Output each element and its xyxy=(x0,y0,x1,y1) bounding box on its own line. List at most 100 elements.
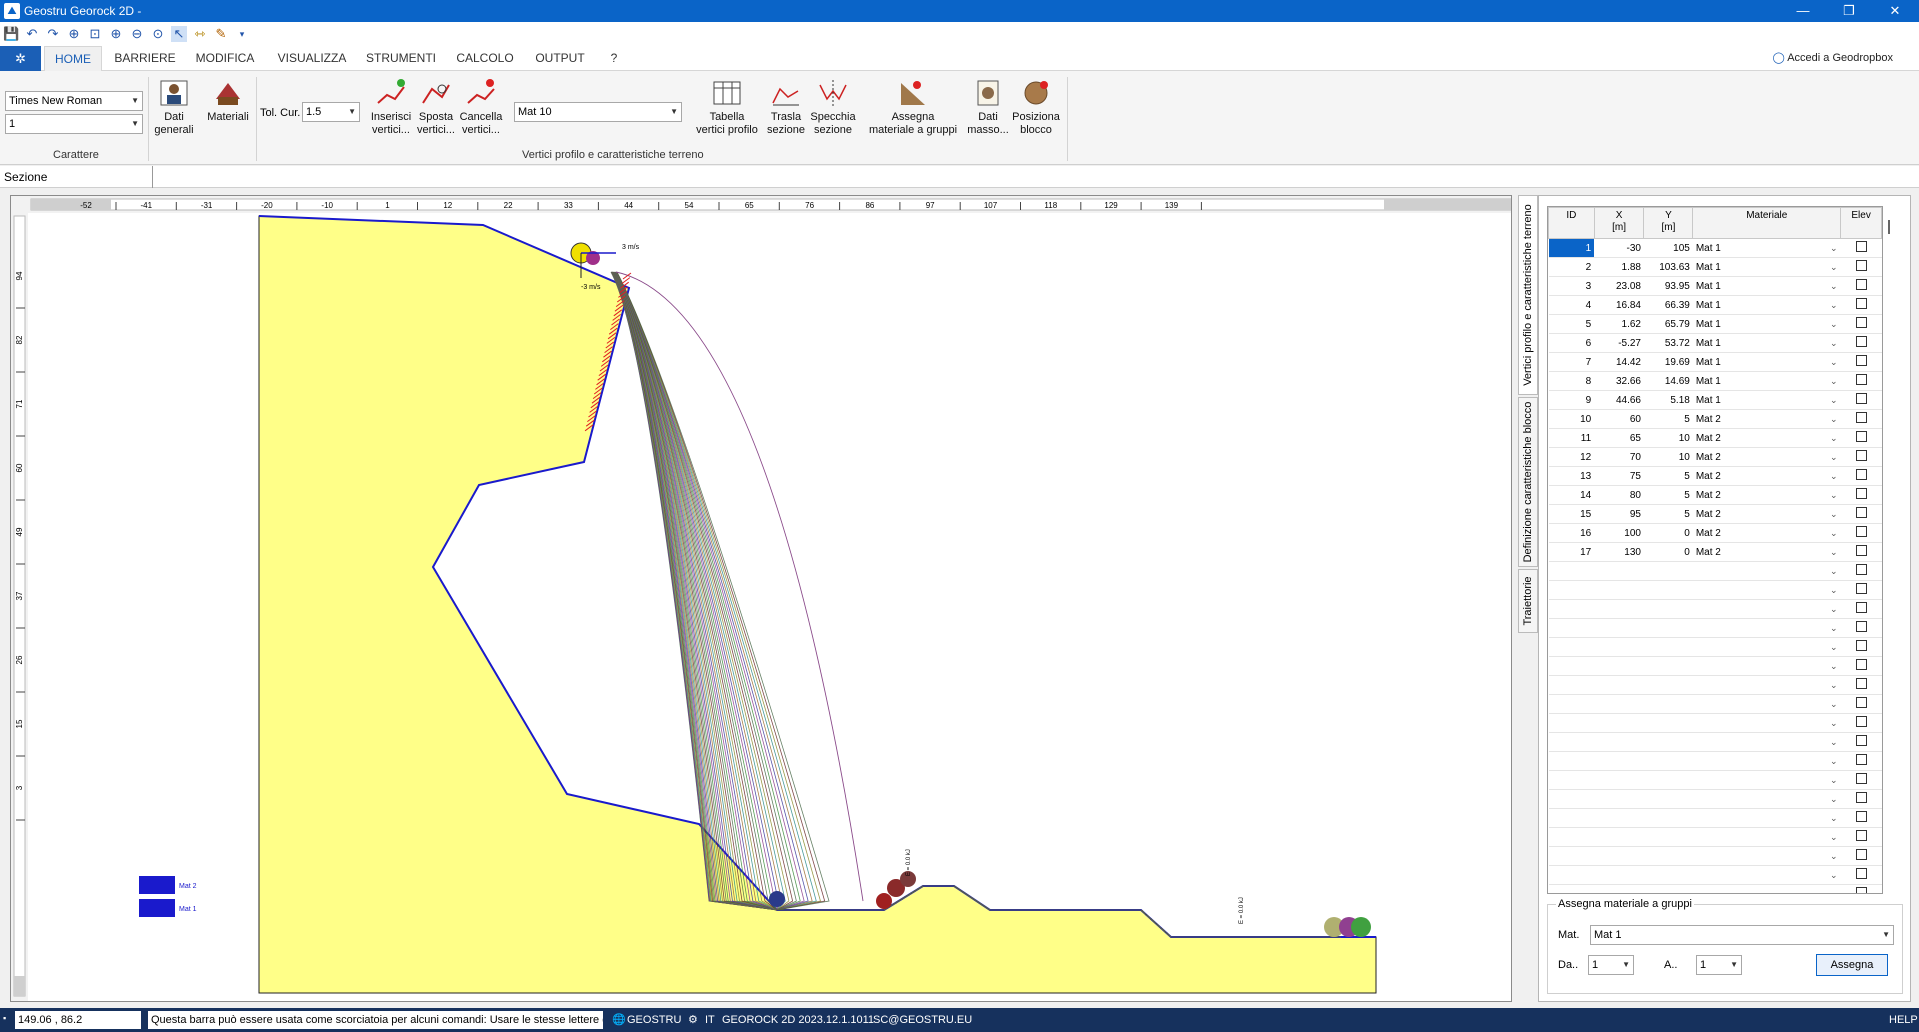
cell-material[interactable] xyxy=(1692,732,1827,752)
maximize-button[interactable]: ❐ xyxy=(1826,0,1872,22)
cell-material[interactable] xyxy=(1692,751,1827,771)
cell-elev[interactable] xyxy=(1840,371,1882,391)
cell-y[interactable] xyxy=(1643,846,1693,866)
cell-y[interactable] xyxy=(1643,637,1693,657)
elev-checkbox[interactable] xyxy=(1855,754,1867,765)
assegna-materiale-button[interactable]: Assegna materiale a gruppi xyxy=(868,77,958,137)
table-row[interactable]: 7 14.42 19.69 Mat 1 ⌄ xyxy=(1548,352,1882,372)
cell-material[interactable]: Mat 1 xyxy=(1692,352,1827,372)
cell-y[interactable] xyxy=(1643,884,1693,893)
table-row-empty[interactable]: ⌄ xyxy=(1548,656,1882,676)
cancella-vertici-button[interactable]: Cancella vertici... xyxy=(458,77,504,137)
elev-checkbox[interactable] xyxy=(1855,374,1867,385)
cell-elev[interactable] xyxy=(1840,637,1882,657)
chevron-down-icon[interactable]: ⌄ xyxy=(1826,637,1841,657)
cell-elev[interactable] xyxy=(1840,333,1882,353)
cell-y[interactable]: 5 xyxy=(1643,485,1693,505)
cell-material[interactable]: Mat 1 xyxy=(1692,257,1827,277)
cell-y[interactable]: 14.69 xyxy=(1643,371,1693,391)
col-header-materiale[interactable]: Materiale xyxy=(1692,207,1842,239)
cell-x[interactable]: 16.84 xyxy=(1594,295,1644,315)
cell-y[interactable] xyxy=(1643,599,1693,619)
cell-x[interactable] xyxy=(1594,846,1644,866)
cell-id[interactable] xyxy=(1548,732,1595,752)
cell-y[interactable] xyxy=(1643,732,1693,752)
tab-home[interactable]: HOME xyxy=(44,46,102,71)
elev-checkbox[interactable] xyxy=(1855,887,1867,893)
select-pointer-icon[interactable]: ↖ xyxy=(171,26,187,42)
chevron-down-icon[interactable]: ⌄ xyxy=(1826,656,1841,676)
table-row-empty[interactable]: ⌄ xyxy=(1548,599,1882,619)
status-expander-icon[interactable]: ▪ xyxy=(3,1011,6,1025)
cell-id[interactable]: 2 xyxy=(1548,257,1595,277)
cell-x[interactable]: 32.66 xyxy=(1594,371,1644,391)
elev-checkbox[interactable] xyxy=(1855,735,1867,746)
cell-y[interactable]: 0 xyxy=(1643,523,1693,543)
cell-id[interactable] xyxy=(1548,656,1595,676)
cell-elev[interactable] xyxy=(1840,485,1882,505)
cell-material[interactable]: Mat 2 xyxy=(1692,409,1827,429)
cell-x[interactable]: 75 xyxy=(1594,466,1644,486)
elev-checkbox[interactable] xyxy=(1855,431,1867,442)
table-row-empty[interactable]: ⌄ xyxy=(1548,827,1882,847)
elev-checkbox[interactable] xyxy=(1855,355,1867,366)
chevron-down-icon[interactable]: ⌄ xyxy=(1826,333,1841,353)
cell-elev[interactable] xyxy=(1840,827,1882,847)
cell-y[interactable]: 0 xyxy=(1643,542,1693,562)
specchia-sezione-button[interactable]: Specchia sezione xyxy=(808,77,858,137)
cell-material[interactable] xyxy=(1692,656,1827,676)
tab-traiettorie[interactable]: Traiettorie xyxy=(1518,569,1538,633)
cell-elev[interactable] xyxy=(1840,314,1882,334)
chevron-down-icon[interactable]: ⌄ xyxy=(1826,865,1841,885)
tab-definizione-blocco[interactable]: Definizione caratteristiche blocco xyxy=(1518,397,1538,567)
table-row-empty[interactable]: ⌄ xyxy=(1548,675,1882,695)
cell-x[interactable]: 14.42 xyxy=(1594,352,1644,372)
elev-checkbox[interactable] xyxy=(1855,640,1867,651)
cell-x[interactable] xyxy=(1594,808,1644,828)
table-row-empty[interactable]: ⌄ xyxy=(1548,694,1882,714)
assegna-button[interactable]: Assegna xyxy=(1816,954,1888,976)
table-row-empty[interactable]: ⌄ xyxy=(1548,808,1882,828)
table-row-empty[interactable]: ⌄ xyxy=(1548,846,1882,866)
cell-elev[interactable] xyxy=(1840,770,1882,790)
cell-id[interactable] xyxy=(1548,694,1595,714)
elev-checkbox[interactable] xyxy=(1855,811,1867,822)
elev-checkbox[interactable] xyxy=(1855,279,1867,290)
table-row-empty[interactable]: ⌄ xyxy=(1548,618,1882,638)
zoom-plus-icon[interactable]: ⊕ xyxy=(108,26,124,42)
cell-material[interactable]: Mat 2 xyxy=(1692,504,1827,524)
command-bar[interactable]: Questa barra può essere usata come scorc… xyxy=(148,1011,603,1029)
elev-checkbox[interactable] xyxy=(1855,241,1867,252)
cell-id[interactable] xyxy=(1548,789,1595,809)
table-row-empty[interactable]: ⌄ xyxy=(1548,637,1882,657)
table-row[interactable]: 4 16.84 66.39 Mat 1 ⌄ xyxy=(1548,295,1882,315)
cell-x[interactable] xyxy=(1594,884,1644,893)
cell-y[interactable]: 5.18 xyxy=(1643,390,1693,410)
tab-strumenti[interactable]: STRUMENTI xyxy=(362,46,440,71)
cell-x[interactable] xyxy=(1594,713,1644,733)
chevron-down-icon[interactable]: ⌄ xyxy=(1826,846,1841,866)
chevron-down-icon[interactable]: ⌄ xyxy=(1826,238,1841,258)
cell-id[interactable]: 9 xyxy=(1548,390,1595,410)
geodropbox-login[interactable]: ◯ Accedi a Geodropbox xyxy=(1772,51,1893,64)
cell-x[interactable] xyxy=(1594,694,1644,714)
cell-id[interactable]: 7 xyxy=(1548,352,1595,372)
language-label[interactable]: IT xyxy=(705,1013,715,1027)
cell-y[interactable] xyxy=(1643,675,1693,695)
cell-elev[interactable] xyxy=(1840,409,1882,429)
chevron-down-icon[interactable]: ⌄ xyxy=(1826,447,1841,467)
cell-material[interactable] xyxy=(1692,808,1827,828)
cell-id[interactable]: 15 xyxy=(1548,504,1595,524)
font-name-combo[interactable]: Times New Roman ▼ xyxy=(5,91,143,111)
chevron-down-icon[interactable]: ⌄ xyxy=(1826,276,1841,296)
font-size-combo[interactable]: 1 ▼ xyxy=(5,114,143,134)
drawing-canvas[interactable]: -52 -41 -31 -20 -10 1 12 22 33 44 54 65 76 86 97 107 118… xyxy=(10,195,1512,1002)
chevron-down-icon[interactable]: ⌄ xyxy=(1826,770,1841,790)
cell-elev[interactable] xyxy=(1840,618,1882,638)
cell-id[interactable] xyxy=(1548,808,1595,828)
cell-material[interactable] xyxy=(1692,694,1827,714)
cell-x[interactable]: 130 xyxy=(1594,542,1644,562)
cell-id[interactable] xyxy=(1548,884,1595,893)
cell-elev[interactable] xyxy=(1840,656,1882,676)
cell-id[interactable] xyxy=(1548,637,1595,657)
